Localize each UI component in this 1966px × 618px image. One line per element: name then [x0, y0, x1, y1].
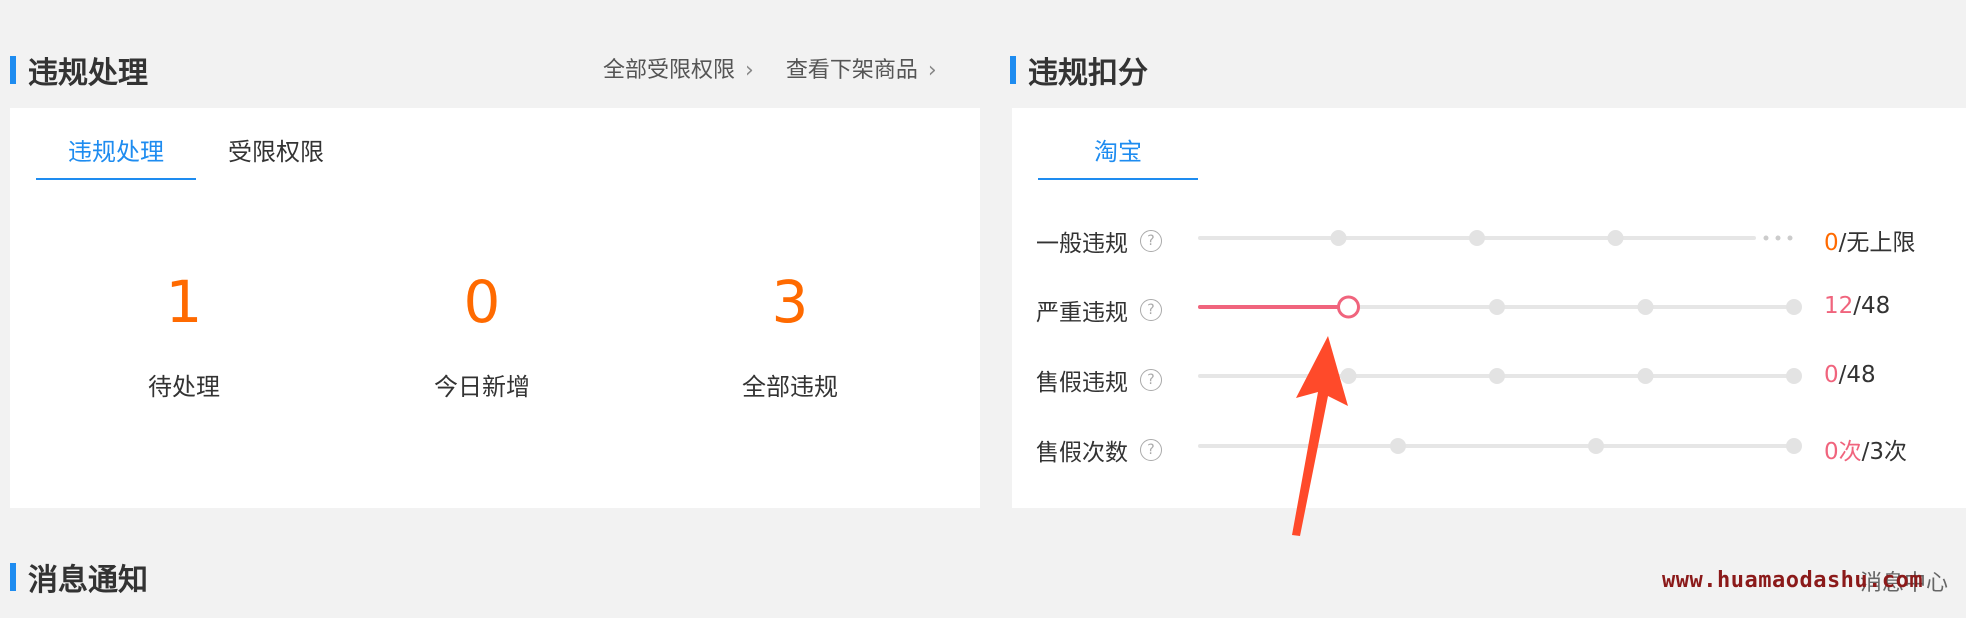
annotation-arrow-icon: [1292, 336, 1348, 536]
watermark-text: www.huamaodashu.com: [1662, 568, 1924, 593]
stat-today-new-value: 0: [463, 268, 501, 336]
violation-section-header: 违规处理: [10, 50, 148, 91]
unlimited-dot: [1763, 235, 1769, 241]
counterfeit-count-value: 0次/3次: [1824, 432, 1907, 466]
stat-all-violations-value: 3: [771, 268, 809, 336]
progress-tick: [1489, 368, 1505, 384]
chevron-right-icon: ›: [927, 58, 937, 83]
stat-today-new-label: 今日新增: [434, 373, 530, 401]
serious-violation-limit: 48: [1861, 293, 1891, 319]
chevron-right-icon: ›: [745, 58, 754, 83]
serious-violation-sep: /: [1853, 293, 1862, 319]
deduction-section-title: 违规扣分: [1028, 56, 1148, 91]
view-delisted-products-link[interactable]: 查看下架商品 ›: [786, 52, 937, 84]
progress-tick: [1607, 230, 1624, 246]
section-accent-bar: [10, 56, 16, 84]
counterfeit-violation-current: 0: [1824, 362, 1839, 388]
counterfeit-count-current: 0次: [1824, 439, 1862, 465]
violation-header-links: 全部受限权限 › 查看下架商品 ›: [603, 52, 937, 84]
counterfeit-violation-limit: 48: [1846, 362, 1876, 388]
progress-handle: [1337, 295, 1360, 319]
stat-all-violations[interactable]: 3 全部违规: [660, 273, 920, 402]
stat-pending-label: 待处理: [148, 373, 220, 401]
general-violation-current: 0: [1824, 230, 1839, 256]
violation-tabs: 违规处理 受限权限: [36, 120, 356, 180]
serious-violation-value: 12/48: [1824, 293, 1890, 319]
message-section-header: 消息通知: [10, 557, 148, 598]
progress-tick: [1390, 438, 1406, 454]
progress-tick: [1489, 299, 1505, 315]
general-violation-limit: 无上限: [1846, 230, 1916, 256]
stat-pending[interactable]: 1 待处理: [54, 273, 314, 402]
stat-today-new[interactable]: 0 今日新增: [352, 273, 612, 402]
counterfeit-count-limit: 3次: [1869, 439, 1908, 465]
progress-end-tick: [1786, 299, 1802, 315]
all-restricted-permissions-label: 全部受限权限: [603, 58, 736, 83]
tab-restricted-permissions[interactable]: 受限权限: [196, 120, 356, 178]
progress-tick: [1469, 230, 1485, 246]
unlimited-dot: [1775, 235, 1781, 241]
all-restricted-permissions-link[interactable]: 全部受限权限 ›: [603, 52, 754, 84]
stat-all-violations-label: 全部违规: [742, 373, 838, 401]
stat-pending-value: 1: [165, 268, 203, 336]
unlimited-dot: [1787, 235, 1793, 241]
general-violation-value: 0/无上限: [1824, 223, 1915, 257]
progress-end-tick: [1786, 368, 1802, 384]
progress-tick: [1588, 438, 1604, 454]
deduction-section-header: 违规扣分: [1010, 50, 1148, 91]
violation-panel: 违规处理 受限权限 1 待处理 0 今日新增 3 全部违规: [10, 108, 980, 508]
deduction-panel: 淘宝 一般违规 ? 严重违规 ? 售假违规 ? 售假次数 ? 0/无上限 12/…: [1012, 108, 1966, 508]
tab-violation-handling[interactable]: 违规处理: [36, 120, 196, 180]
counterfeit-violation-value: 0/48: [1824, 362, 1876, 388]
progress-end-tick: [1786, 438, 1802, 454]
progress-tick: [1637, 299, 1654, 315]
section-accent-bar: [10, 563, 16, 591]
progress-tick: [1637, 368, 1654, 384]
progress-tick: [1330, 230, 1347, 246]
message-section-title: 消息通知: [28, 563, 148, 598]
serious-violation-current: 12: [1824, 293, 1854, 319]
violation-section-title: 违规处理: [28, 56, 148, 91]
view-delisted-products-label: 查看下架商品: [785, 58, 918, 83]
section-accent-bar: [1010, 56, 1016, 84]
deduction-progress-tracks: [1198, 230, 1802, 454]
